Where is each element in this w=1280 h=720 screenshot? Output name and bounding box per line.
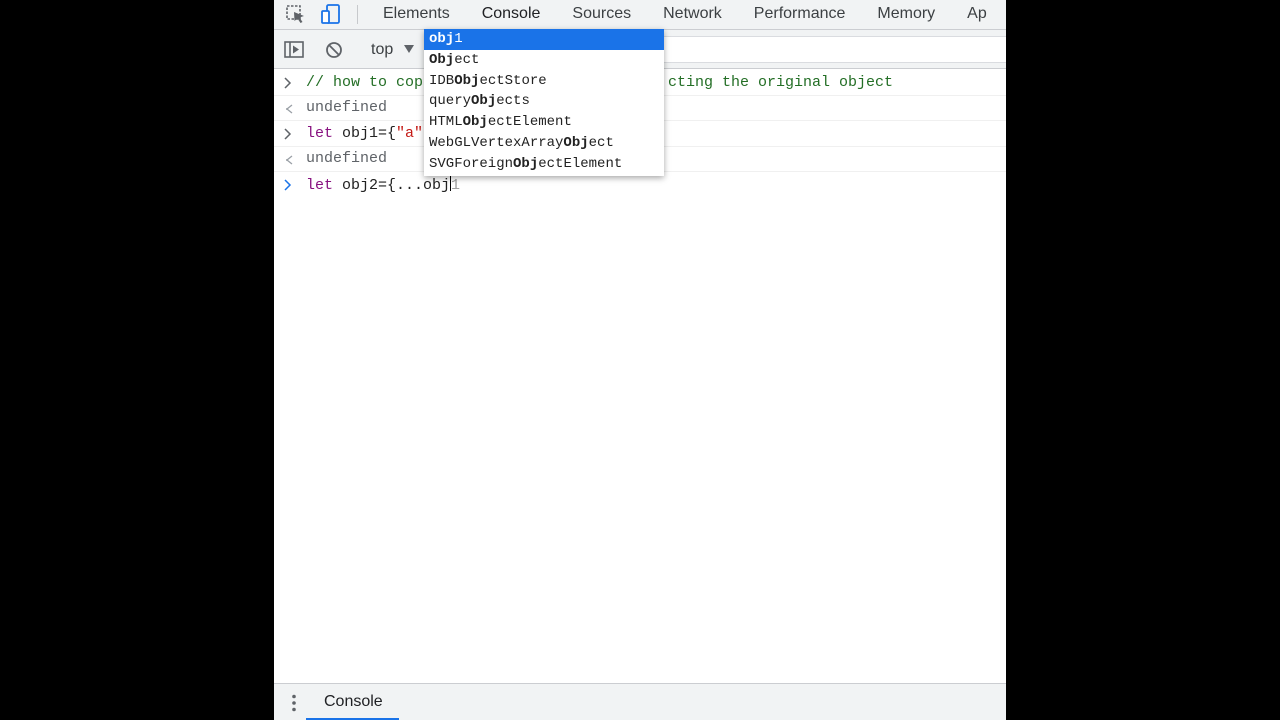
keyword-let: let [306, 177, 334, 194]
panel-tabs: Elements Console Sources Network Perform… [383, 0, 1003, 29]
return-value-icon [285, 104, 293, 114]
prompt-chevron-icon [284, 179, 292, 191]
tab-sources[interactable]: Sources [556, 0, 647, 29]
autocomplete-item-match: Obj [429, 51, 455, 68]
autocomplete-item-match: Obj [462, 114, 488, 131]
autocomplete-item[interactable]: queryObjects [424, 91, 664, 112]
devtools-panel: Elements Console Sources Network Perform… [274, 0, 1006, 720]
more-options-icon[interactable] [292, 694, 296, 712]
tab-performance[interactable]: Performance [738, 0, 862, 29]
autocomplete-item-match: Obj [513, 155, 539, 172]
code-body: obj2={...obj [333, 177, 451, 194]
prompt-chevron-icon [284, 128, 292, 140]
keyword-let: let [306, 125, 334, 142]
clear-console-icon[interactable] [325, 41, 343, 59]
autocomplete-dropdown[interactable]: obj1 Object IDBObjectStore queryObjects HTML… [424, 29, 664, 176]
comment-text-start: // how to cop [306, 74, 424, 91]
code-text: let obj1={"a" [306, 125, 423, 142]
filter-input[interactable] [660, 36, 1006, 63]
autocomplete-item-suffix: ectElement [538, 155, 623, 172]
comment-text-end: cting the original object [668, 74, 894, 91]
autocomplete-item-prefix: SVGForeign [429, 155, 514, 172]
autocomplete-item[interactable]: IDBObjectStore [424, 71, 664, 92]
tab-console[interactable]: Console [466, 0, 557, 29]
drawer-tab-console[interactable]: Console [324, 684, 383, 720]
tab-network[interactable]: Network [647, 0, 738, 29]
autocomplete-item-prefix: query [429, 93, 472, 110]
autocomplete-item[interactable]: WebGLVertexArrayObject [424, 133, 664, 154]
autocomplete-item-suffix: 1 [454, 31, 463, 47]
autocomplete-item-suffix: ect [588, 134, 614, 151]
drawer-bar: Console [274, 683, 1006, 720]
autocomplete-ghost-text: 1 [451, 177, 461, 194]
context-selector[interactable]: top [371, 41, 393, 59]
tab-application[interactable]: Ap [951, 0, 1003, 29]
autocomplete-item[interactable]: HTMLObjectElement [424, 112, 664, 133]
show-sidebar-icon[interactable] [284, 41, 304, 58]
autocomplete-item-prefix: WebGLVertexArray [429, 134, 564, 151]
autocomplete-item[interactable]: SVGForeignObjectElement [424, 154, 664, 175]
autocomplete-item-match: Obj [471, 93, 497, 110]
tab-elements[interactable]: Elements [383, 0, 466, 29]
autocomplete-item-suffix: ectStore [479, 72, 547, 89]
autocomplete-item-match: Obj [563, 134, 589, 151]
autocomplete-item-match: obj [429, 31, 455, 47]
string-literal: "a" [396, 125, 424, 142]
autocomplete-item-prefix: IDB [429, 72, 455, 89]
autocomplete-item[interactable]: Object [424, 50, 664, 71]
autocomplete-item-suffix: ectElement [487, 114, 572, 131]
return-value-icon [285, 155, 293, 165]
devtools-tab-bar: Elements Console Sources Network Perform… [274, 0, 1006, 30]
code-body: obj1={ [333, 125, 397, 142]
current-input-text[interactable]: let obj2={...obj1 [306, 176, 460, 194]
toolbar-divider [357, 5, 358, 24]
result-text: undefined [306, 150, 388, 167]
inspect-element-icon[interactable] [285, 4, 307, 24]
autocomplete-item-suffix: ect [454, 51, 480, 68]
tab-memory[interactable]: Memory [861, 0, 951, 29]
autocomplete-item-prefix: HTML [429, 114, 463, 131]
context-dropdown-icon[interactable] [404, 45, 414, 53]
console-prompt-input[interactable]: let obj2={...obj1 [274, 172, 1006, 197]
autocomplete-item[interactable]: obj1 [424, 29, 664, 50]
result-text: undefined [306, 99, 388, 116]
autocomplete-item-match: Obj [454, 72, 480, 89]
autocomplete-item-suffix: ects [496, 93, 530, 110]
device-toolbar-icon[interactable] [320, 4, 342, 24]
prompt-chevron-icon [284, 77, 292, 89]
